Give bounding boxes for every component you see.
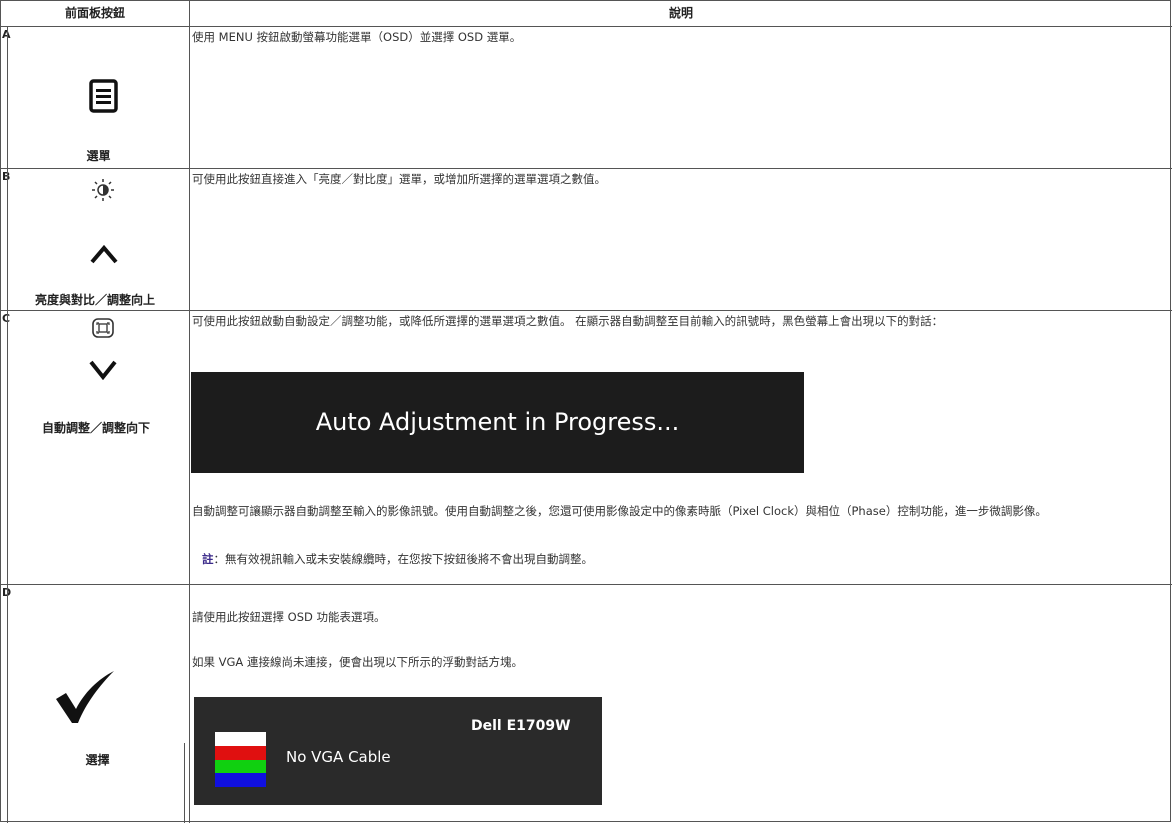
color-bar — [215, 759, 266, 774]
osd-message: Auto Adjustment in Progress... — [315, 408, 680, 436]
color-bars-icon — [215, 732, 266, 787]
table-header: 前面板按鈕 說明 — [1, 1, 1172, 27]
table-row-b: B 亮度與對比／調整向上 可使用此按鈕直接進入「亮度／對比度」選單，或增加所選擇… — [1, 169, 1172, 311]
table-row-d: D 選擇 請使用此按鈕選擇 OSD 功能表選項。 如果 VGA 連接線尚未連接，… — [1, 585, 1172, 823]
chevron-down-icon — [89, 360, 117, 380]
button-cell: C 自動調整／調整向下 — [1, 311, 190, 584]
table-row-c: C 自動調整／調整向下 可使用此按鈕啟動自動設定／調整功能，或降低所選擇的選單選… — [1, 311, 1172, 585]
description-text: 使用 MENU 按鈕啟動螢幕功能選單（OSD）並選擇 OSD 選單。 — [192, 30, 522, 44]
description-cell: 使用 MENU 按鈕啟動螢幕功能選單（OSD）並選擇 OSD 選單。 — [190, 27, 1172, 168]
description-text-2: 如果 VGA 連接線尚未連接，便會出現以下所示的浮動對話方塊。 — [192, 655, 523, 669]
header-button-column: 前面板按鈕 — [1, 1, 190, 26]
description-cell: 可使用此按鈕直接進入「亮度／對比度」選單，或增加所選擇的選單選項之數值。 — [190, 169, 1172, 310]
description-text: 請使用此按鈕選擇 OSD 功能表選項。 — [192, 610, 386, 624]
note-text: ：無有效視訊輸入或未安裝線纜時，在您按下按鈕後將不會出現自動調整。 — [213, 552, 594, 566]
brightness-contrast-icon — [92, 179, 114, 201]
description-text-2: 自動調整可讓顯示器自動調整至輸入的影像訊號。使用自動調整之後，您還可使用影像設定… — [192, 504, 1047, 518]
table-row-a: A 選單 使用 MENU 按鈕啟動螢幕功能選單（OSD）並選擇 OSD 選單。 — [1, 27, 1172, 169]
checkmark-icon — [56, 671, 114, 723]
description-cell: 請使用此按鈕選擇 OSD 功能表選項。 如果 VGA 連接線尚未連接，便會出現以… — [190, 585, 1172, 823]
osd-model-name: Dell E1709W — [471, 718, 571, 734]
auto-adjust-osd-dialog: Auto Adjustment in Progress... — [191, 372, 804, 473]
color-bar — [215, 745, 266, 760]
button-cell: A 選單 — [1, 27, 190, 168]
button-cell: D 選擇 — [1, 585, 190, 823]
no-vga-cable-osd-dialog: No VGA Cable Dell E1709W — [194, 697, 602, 805]
description-text: 可使用此按鈕直接進入「亮度／對比度」選單，或增加所選擇的選單選項之數值。 — [192, 172, 606, 186]
button-cell: B 亮度與對比／調整向上 — [1, 169, 190, 310]
button-label: 亮度與對比／調整向上 — [34, 293, 155, 307]
header-description-column: 說明 — [668, 6, 693, 20]
menu-icon — [89, 79, 118, 113]
color-bar — [215, 773, 266, 787]
description-cell: 可使用此按鈕啟動自動設定／調整功能，或降低所選擇的選單選項之數值。 在顯示器自動… — [190, 311, 1172, 584]
color-bar — [215, 732, 266, 746]
auto-adjust-icon — [92, 318, 114, 338]
button-label: 自動調整／調整向下 — [41, 421, 150, 435]
note-label: 註 — [202, 552, 214, 566]
chevron-up-icon — [90, 244, 118, 264]
note: 註：無有效視訊輸入或未安裝線纜時，在您按下按鈕後將不會出現自動調整。 — [202, 551, 593, 567]
button-label: 選單 — [86, 149, 111, 163]
button-description-table: 前面板按鈕 說明 A 選單 使用 MENU 按鈕啟動螢幕功能選單（OSD）並選擇… — [0, 0, 1172, 823]
osd-message: No VGA Cable — [286, 748, 391, 766]
description-text: 可使用此按鈕啟動自動設定／調整功能，或降低所選擇的選單選項之數值。 在顯示器自動… — [192, 314, 944, 328]
cell-divider — [184, 743, 185, 823]
page: 前面板按鈕 說明 A 選單 使用 MENU 按鈕啟動螢幕功能選單（OSD）並選擇… — [0, 0, 1173, 823]
button-label: 選擇 — [85, 753, 110, 767]
